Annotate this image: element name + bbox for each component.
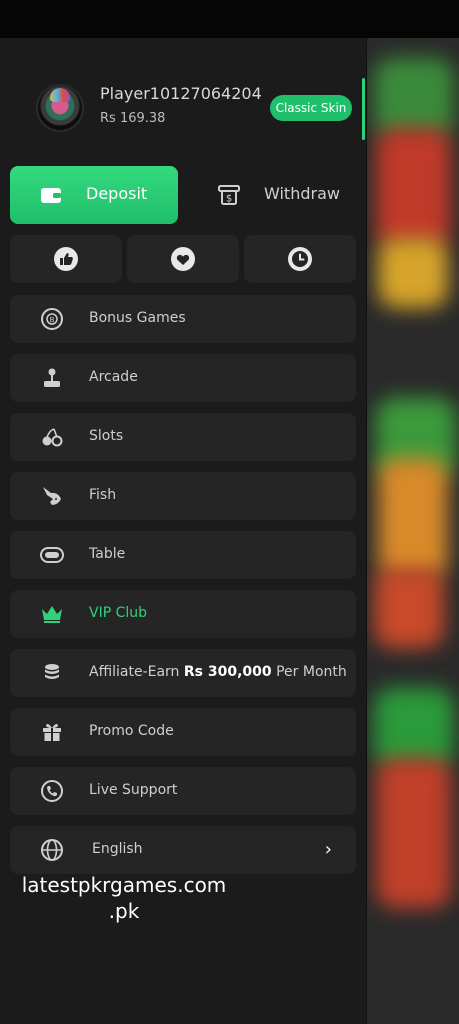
menu-label: English bbox=[92, 841, 143, 857]
watermark: latestpkrgames.com .pk bbox=[18, 872, 230, 924]
globe-icon bbox=[41, 839, 63, 861]
crown-icon bbox=[42, 606, 62, 623]
thumbs-up-icon bbox=[54, 247, 78, 271]
affiliate-label: Affiliate-Earn bbox=[89, 664, 180, 680]
blurred-background bbox=[366, 38, 459, 1024]
menu-label: Live Support bbox=[89, 782, 178, 798]
heart-icon bbox=[171, 247, 195, 271]
withdraw-button[interactable]: $ Withdraw bbox=[186, 166, 356, 224]
favorites-heart-button[interactable] bbox=[127, 235, 239, 283]
menu-label: VIP Club bbox=[89, 605, 148, 621]
menu-label: Promo Code bbox=[89, 723, 174, 739]
affiliate-suffix: Per Month bbox=[276, 664, 347, 680]
cherries-icon bbox=[42, 428, 63, 447]
drawer-edge-accent bbox=[362, 78, 365, 140]
watermark-line-1: latestpkrgames.com bbox=[21, 873, 227, 897]
svg-text:$: $ bbox=[226, 194, 232, 205]
joystick-icon bbox=[44, 368, 60, 387]
classic-skin-button[interactable]: Classic Skin bbox=[270, 95, 352, 121]
menu-item-bonus-games[interactable]: B Bonus Games bbox=[10, 295, 356, 343]
menu-item-vip-club[interactable]: VIP Club bbox=[10, 590, 356, 638]
menu-label: Arcade bbox=[89, 369, 138, 385]
bonus-chip-icon: B bbox=[41, 308, 63, 330]
deposit-button[interactable]: Deposit bbox=[10, 166, 178, 224]
coin-stack-icon bbox=[45, 664, 59, 679]
clock-icon bbox=[288, 247, 312, 271]
affiliate-amount: Rs 300,000 bbox=[183, 664, 272, 680]
withdraw-label: Withdraw bbox=[264, 184, 340, 203]
favorites-like-button[interactable] bbox=[10, 235, 122, 283]
menu-item-language[interactable]: English › bbox=[10, 826, 356, 874]
menu-label: Table bbox=[89, 546, 126, 562]
menu-label: Bonus Games bbox=[89, 310, 186, 326]
menu-label: Affiliate-Earn Rs 300,000 Per Month bbox=[89, 664, 347, 680]
menu-item-affiliate[interactable]: Affiliate-Earn Rs 300,000 Per Month bbox=[10, 649, 356, 697]
menu-item-arcade[interactable]: Arcade bbox=[10, 354, 356, 402]
status-bar bbox=[0, 0, 459, 38]
withdraw-icon: $ bbox=[218, 185, 240, 205]
menu-item-table[interactable]: Table bbox=[10, 531, 356, 579]
deposit-label: Deposit bbox=[86, 184, 148, 203]
gift-icon bbox=[43, 724, 61, 741]
menu-label: Fish bbox=[89, 487, 117, 503]
menu-item-live-support[interactable]: Live Support bbox=[10, 767, 356, 815]
avatar[interactable] bbox=[36, 84, 84, 132]
svg-text:B: B bbox=[50, 316, 55, 324]
watermark-line-2: .pk bbox=[108, 899, 140, 923]
recent-button[interactable] bbox=[244, 235, 356, 283]
table-icon bbox=[40, 547, 64, 563]
wallet-icon bbox=[41, 188, 61, 203]
menu-item-promo-code[interactable]: Promo Code bbox=[10, 708, 356, 756]
fish-icon bbox=[43, 487, 61, 505]
menu-label: Slots bbox=[89, 428, 124, 444]
balance: Rs 169.38 bbox=[100, 111, 166, 126]
username: Player10127064204 bbox=[100, 84, 262, 103]
menu-item-slots[interactable]: Slots bbox=[10, 413, 356, 461]
phone-support-icon bbox=[41, 780, 63, 802]
chevron-right-icon: › bbox=[324, 839, 332, 860]
menu-item-fish[interactable]: Fish bbox=[10, 472, 356, 520]
